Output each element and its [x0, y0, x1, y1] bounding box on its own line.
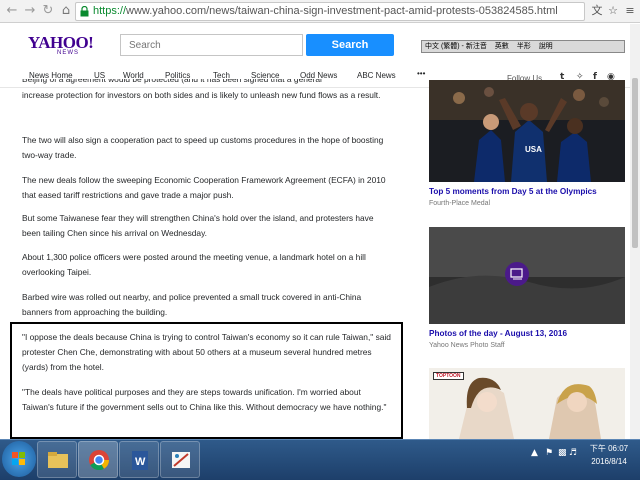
- paint-taskbar-button[interactable]: [160, 441, 200, 478]
- ime-halfwidth[interactable]: 半形: [514, 41, 534, 52]
- rail-item-title[interactable]: Top 5 moments from Day 5 at the Olympics: [429, 187, 597, 196]
- lock-icon: [80, 6, 89, 17]
- back-icon[interactable]: ←: [4, 3, 20, 19]
- svg-text:USA: USA: [525, 145, 542, 154]
- svg-text:W: W: [135, 456, 146, 468]
- article-paragraph: But some Taiwanese fear they will streng…: [22, 213, 374, 238]
- search-button[interactable]: Search: [306, 34, 394, 56]
- article-paragraph: Barbed wire was rolled out nearby, and p…: [22, 292, 362, 317]
- start-button[interactable]: [2, 441, 36, 477]
- star-icon[interactable]: ☆: [606, 4, 620, 18]
- article-partial-line-wrap: Beijing of a agreement would be protecte…: [22, 79, 392, 88]
- chrome-taskbar-button[interactable]: [78, 441, 118, 478]
- olympics-thumbnail[interactable]: USA: [429, 80, 625, 182]
- explorer-taskbar-button[interactable]: [37, 441, 77, 478]
- address-bar[interactable]: https://www.yahoo.com/news/taiwan-china-…: [75, 2, 585, 21]
- paint-icon: [172, 452, 190, 468]
- menu-icon[interactable]: ≡: [623, 4, 637, 18]
- search-input[interactable]: [120, 34, 303, 56]
- ime-mode[interactable]: 中文 (繁體) - 新注音: [422, 41, 490, 52]
- nav-more-icon[interactable]: •••: [417, 69, 425, 78]
- windows-logo-icon: [12, 452, 25, 465]
- ime-toolbar[interactable]: 中文 (繁體) - 新注音 英數 半形 說明: [421, 40, 625, 53]
- scrollbar-thumb[interactable]: [632, 78, 638, 248]
- word-taskbar-button[interactable]: W: [119, 441, 159, 478]
- article-paragraph: "I oppose the deals because China is try…: [22, 332, 391, 372]
- translate-icon[interactable]: 文: [590, 4, 604, 18]
- clock-time: 下午 06:07: [589, 444, 629, 453]
- browser-toolbar: ← → ↻ ⌂ https://www.yahoo.com/news/taiwa…: [0, 0, 640, 23]
- toptoon-badge: TOPTOON: [433, 372, 464, 380]
- network-icon[interactable]: ▩: [558, 448, 567, 458]
- tray-arrow-icon[interactable]: ▲: [531, 448, 538, 458]
- toptoon-ad[interactable]: TOPTOON: [429, 368, 625, 439]
- yahoo-logo-sub: NEWS: [57, 50, 79, 56]
- word-icon: W: [132, 451, 148, 470]
- tray-flag-icon[interactable]: ⚑: [545, 448, 553, 458]
- reload-icon[interactable]: ↻: [40, 3, 56, 19]
- photos-image: [429, 227, 625, 324]
- ime-english[interactable]: 英數: [492, 41, 512, 52]
- url-scheme: https://: [93, 5, 127, 17]
- photos-thumbnail[interactable]: [429, 227, 625, 324]
- clock-date: 2016/8/14: [591, 457, 627, 466]
- olympics-image: USA: [429, 80, 625, 182]
- taskbar-clock[interactable]: 下午 06:07 2016/8/14: [580, 442, 638, 468]
- article-paragraph: About 1,300 police officers were posted …: [22, 252, 366, 277]
- article-paragraph: increase protection for investors on bot…: [22, 90, 381, 100]
- rail-item-source: Fourth-Place Medal: [429, 200, 491, 207]
- folder-icon: [48, 452, 68, 468]
- article-partial-line: Beijing of a agreement would be protecte…: [22, 79, 322, 84]
- chrome-icon: [89, 450, 110, 471]
- url-text: www.yahoo.com/news/taiwan-china-sign-inv…: [126, 5, 558, 17]
- rail-item-source: Yahoo News Photo Staff: [429, 342, 505, 349]
- home-icon[interactable]: ⌂: [58, 3, 74, 19]
- volume-icon[interactable]: ♬: [569, 448, 577, 458]
- article-paragraph: The two will also sign a cooperation pac…: [22, 135, 384, 160]
- ime-help[interactable]: 說明: [536, 41, 556, 52]
- rail-item-title[interactable]: Photos of the day - August 13, 2016: [429, 329, 567, 338]
- article-paragraph: "The deals have political purposes and t…: [22, 387, 387, 412]
- forward-icon[interactable]: →: [22, 3, 38, 19]
- article-paragraph: The new deals follow the sweeping Econom…: [22, 175, 386, 200]
